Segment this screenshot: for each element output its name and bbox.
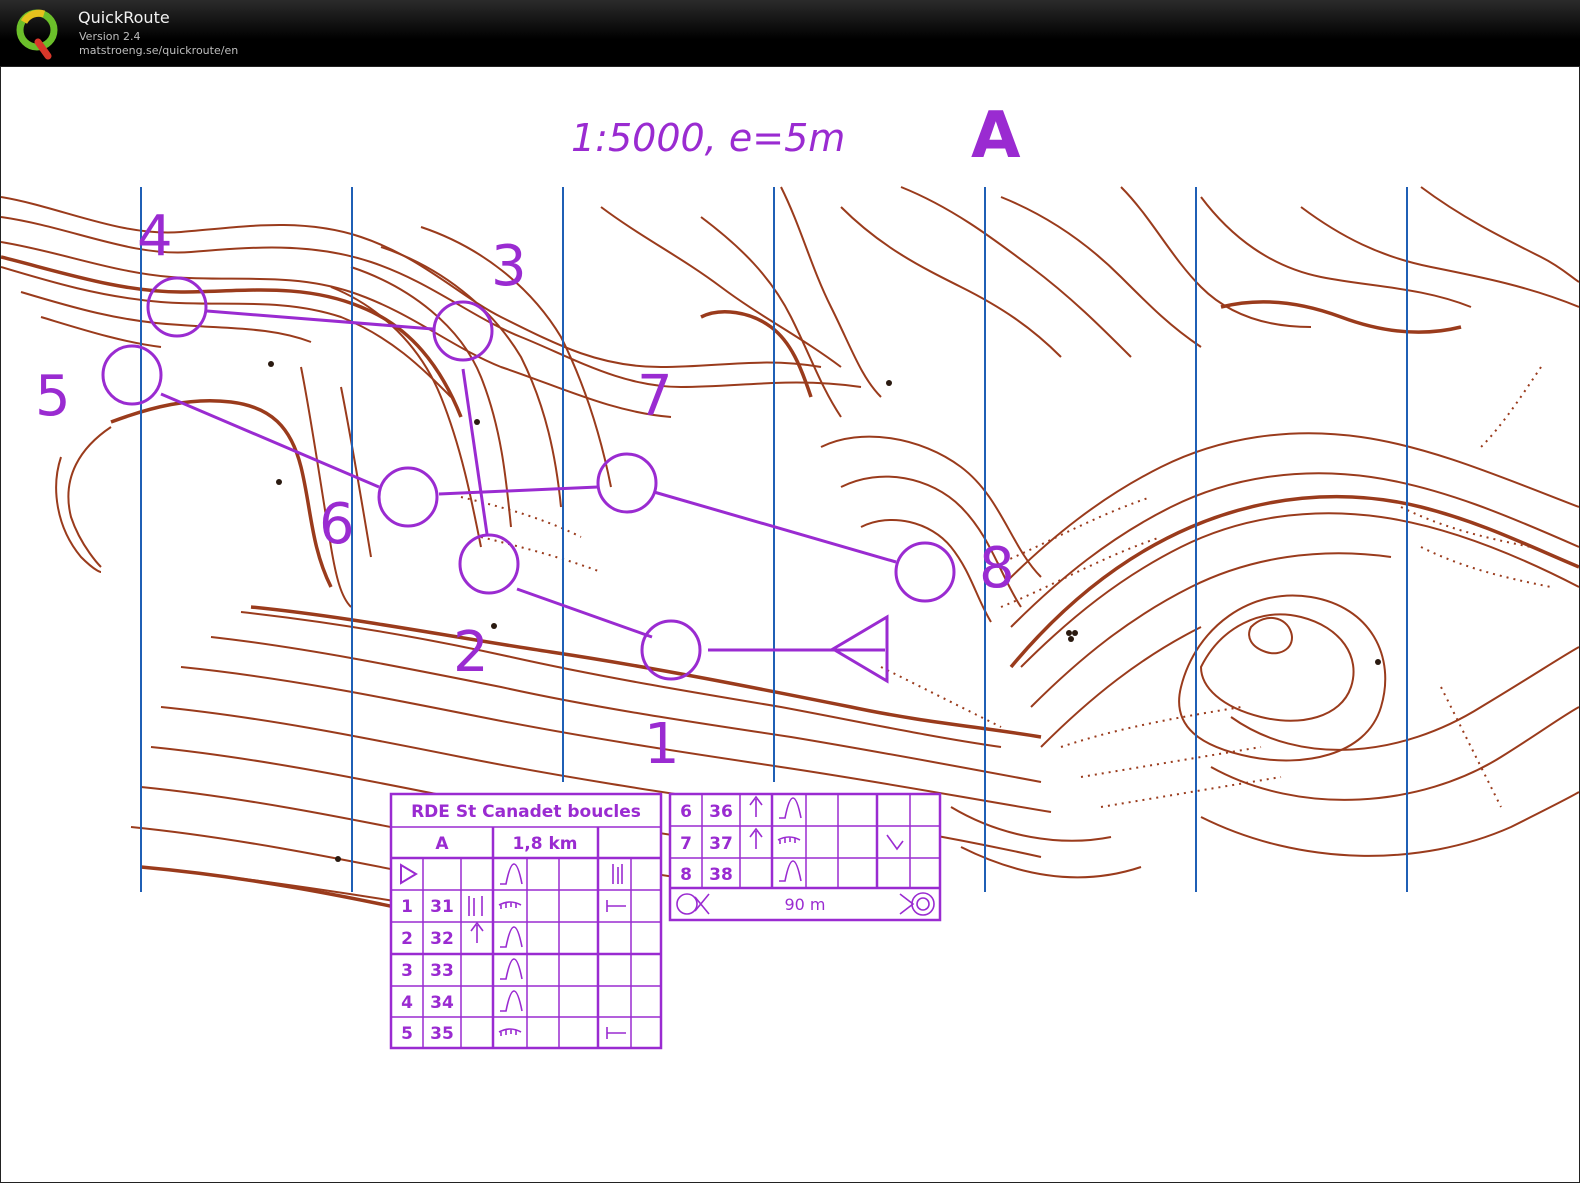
app-header: QuickRoute Version 2.4 matstroeng.se/qui… (0, 0, 1580, 66)
app-url[interactable]: matstroeng.se/quickroute/en (79, 44, 238, 57)
description-finish-distance: 90 m (784, 895, 825, 914)
description-row-code-4: 34 (430, 993, 454, 1013)
map-course-label: A (971, 99, 1021, 173)
description-row-code-1: 31 (430, 897, 454, 917)
description-row-code-7: 37 (709, 834, 733, 854)
control-number-7: 7 (637, 364, 673, 429)
control-number-1: 1 (644, 712, 680, 777)
description-row-num-7: 7 (680, 834, 692, 854)
control-number-8: 8 (979, 536, 1015, 601)
description-row-code-6: 36 (709, 802, 733, 822)
description-event-name: RDE St Canadet boucles (411, 802, 641, 822)
control-circle-3[interactable] (432, 300, 494, 362)
control-circle-8[interactable] (894, 541, 956, 603)
app-title: QuickRoute (78, 8, 170, 27)
description-row-code-2: 32 (430, 929, 454, 949)
control-number-2: 2 (453, 620, 489, 685)
description-row-num-6: 6 (680, 802, 692, 822)
boulders (268, 361, 1381, 862)
description-row-num-1: 1 (401, 897, 413, 917)
description-row-num-3: 3 (401, 961, 413, 981)
description-course: A (435, 834, 449, 854)
control-circle-2[interactable] (458, 533, 520, 595)
control-circle-7[interactable] (596, 452, 658, 514)
control-circle-6[interactable] (377, 466, 439, 528)
control-number-3: 3 (491, 234, 527, 299)
description-row-num-8: 8 (680, 865, 692, 885)
description-row-code-3: 33 (430, 961, 454, 981)
description-row-num-4: 4 (401, 993, 413, 1013)
map-scale-label: 1:5000, e=5m (571, 116, 845, 160)
control-description-sheet: RDE St Canadet boucles A 1,8 km 1 31 2 3… (389, 792, 942, 1050)
control-circle-1[interactable] (640, 619, 702, 681)
orienteering-map[interactable]: 1:5000, e=5m A 1 2 3 4 5 6 7 8 RDE St Ca… (1, 67, 1579, 1182)
control-number-4: 4 (137, 204, 173, 269)
app-version: Version 2.4 (79, 30, 141, 43)
description-row-num-2: 2 (401, 929, 413, 949)
control-circle-4[interactable] (146, 276, 208, 338)
description-row-code-8: 38 (709, 865, 733, 885)
description-length: 1,8 km (512, 834, 577, 854)
description-row-num-5: 5 (401, 1024, 413, 1044)
control-circle-5[interactable] (101, 344, 163, 406)
map-viewport[interactable]: 1:5000, e=5m A 1 2 3 4 5 6 7 8 RDE St Ca… (0, 66, 1580, 1183)
control-number-6: 6 (319, 492, 355, 557)
quickroute-logo-icon (16, 9, 58, 60)
control-number-5: 5 (35, 364, 71, 429)
description-row-code-5: 35 (430, 1024, 454, 1044)
control-circles[interactable] (101, 276, 956, 681)
